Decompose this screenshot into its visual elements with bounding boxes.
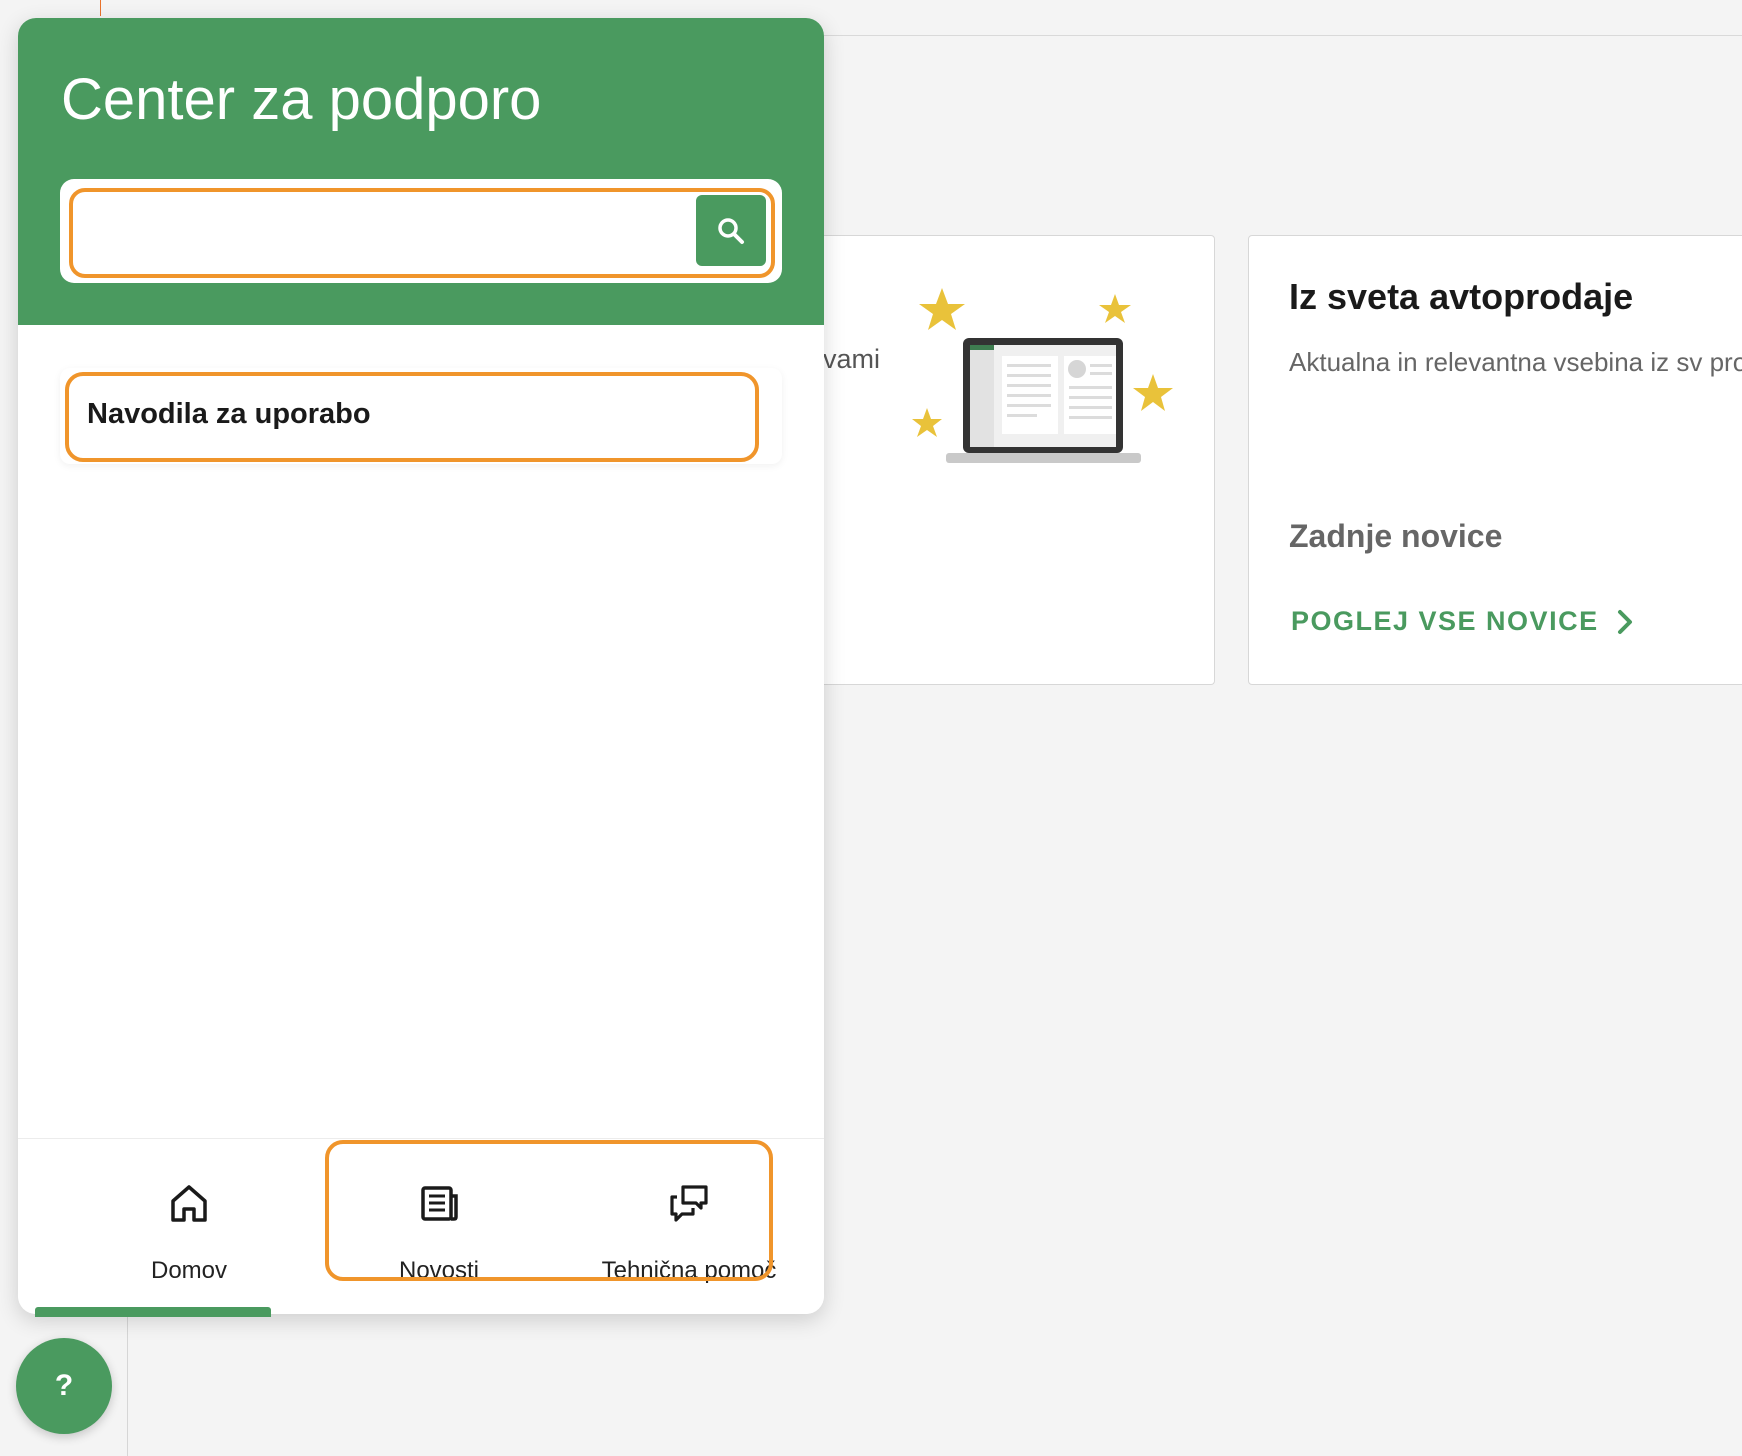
view-all-news-link[interactable]: POGLEJ VSE NOVICE (1291, 606, 1633, 637)
star-icon (919, 288, 965, 330)
nav-home[interactable]: Domov (64, 1139, 314, 1314)
star-icon (1133, 374, 1173, 411)
news-card-title: Iz sveta avtoprodaje (1289, 276, 1634, 317)
search-button[interactable] (696, 195, 766, 266)
search-input[interactable] (72, 191, 678, 269)
nav-news[interactable]: Novosti (314, 1139, 564, 1314)
nav-tech-support-label: Tehnična pomoč (601, 1257, 777, 1284)
nav-home-label: Domov (150, 1257, 228, 1284)
laptop-stars-illustration (912, 288, 1173, 463)
rail-accent (100, 0, 101, 16)
help-button[interactable]: ? (16, 1338, 112, 1434)
nav-news-label: Novosti (398, 1257, 480, 1284)
view-all-news-label: POGLEJ VSE NOVICE (1291, 606, 1599, 636)
nav-tech-support[interactable]: Tehnična pomoč (564, 1139, 814, 1314)
support-center-widget: Center za podporo Navodila za uporabo Do… (18, 18, 824, 1314)
user-guide-label: Navodila za uporabo (87, 398, 371, 430)
news-card-description: Aktualna in relevantna vsebina iz sv pro… (1289, 347, 1742, 377)
star-icon (1099, 294, 1131, 323)
feature-card-text: vami (823, 344, 881, 374)
bottom-nav: Domov Novosti Tehnična pomoč (18, 1138, 824, 1314)
chat-bubbles-icon (670, 1185, 708, 1222)
star-icon (912, 408, 942, 437)
widget-title: Center za podporo (61, 67, 542, 132)
widget-header: Center za podporo (18, 18, 824, 325)
news-card: Iz sveta avtoprodaje Aktualna in relevan… (1248, 235, 1742, 685)
user-guide-item[interactable]: Navodila za uporabo (60, 368, 782, 464)
search-icon (718, 217, 744, 244)
nav-active-indicator (35, 1307, 271, 1317)
feature-card: vami (760, 235, 1215, 685)
chevron-right-icon (1617, 609, 1632, 634)
search-box (60, 179, 782, 283)
latest-news-heading: Zadnje novice (1289, 518, 1503, 554)
home-icon (171, 1185, 207, 1222)
newspaper-icon (421, 1186, 458, 1221)
